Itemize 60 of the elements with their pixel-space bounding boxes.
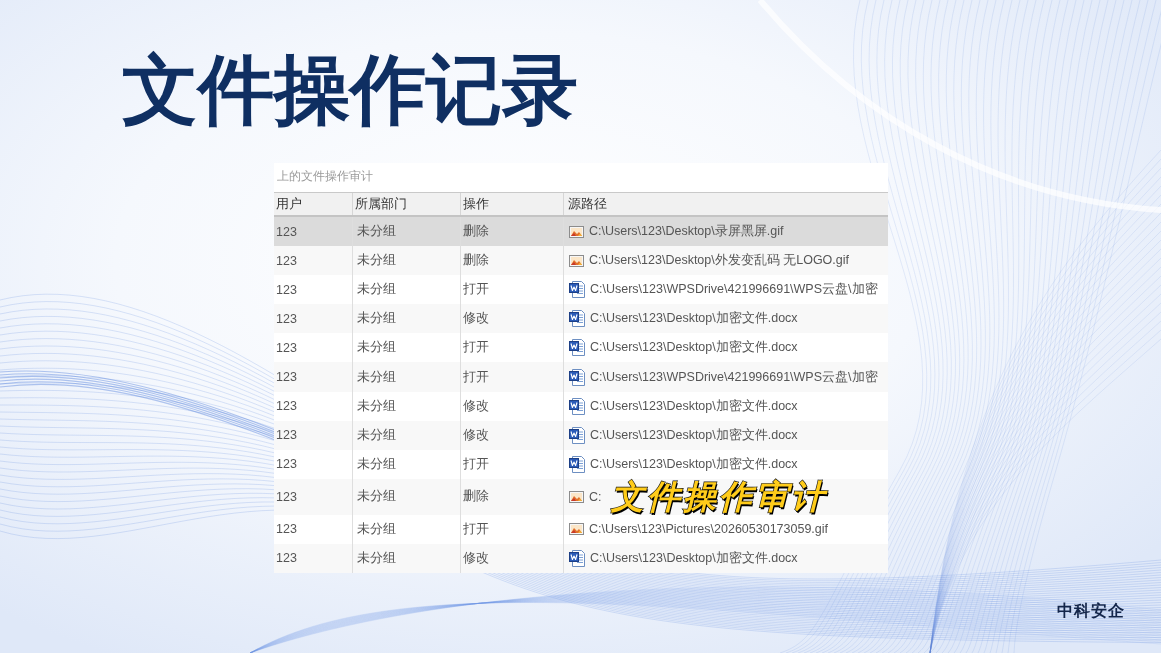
table-cell: 123 <box>274 514 353 544</box>
document-icon <box>569 281 585 299</box>
brand-text: 中科安企 <box>1057 601 1125 623</box>
file-path-text: C:\Users\123\Desktop\加密文件.docx <box>590 426 798 444</box>
table-row[interactable]: 123 未分组 删除 C:\Users\123\Desktop\外发变乱码 无LOGO.gif <box>274 246 888 276</box>
table-cell: 未分组 <box>353 420 461 450</box>
table-row[interactable]: 123 未分组 删除 C: 文件操作审计 <box>274 478 888 515</box>
table-cell: 删除 <box>461 478 564 515</box>
table-cell: 123 <box>274 420 353 450</box>
file-path-text: C:\Users\123\Desktop\加密文件.docx <box>590 397 798 415</box>
file-path-text: C:\Users\123\WPSDrive\421996691\WPS云盘\加密 <box>590 281 878 299</box>
table-cell: 修改 <box>461 391 564 421</box>
document-icon <box>569 455 585 473</box>
table-cell: 123 <box>274 391 353 421</box>
table-cell: 打开 <box>461 514 564 544</box>
table-row[interactable]: 123 未分组 删除 C:\Users\123\Desktop\录屏黑屏.gif <box>274 217 888 247</box>
table-cell: 123 <box>274 362 353 392</box>
table-cell: 修改 <box>461 420 564 450</box>
file-path-text: C: <box>589 489 602 504</box>
table-cell: 123 <box>274 543 353 574</box>
table-cell: 打开 <box>461 449 564 479</box>
file-path-text: C:\Users\123\Desktop\录屏黑屏.gif <box>589 223 784 241</box>
file-path-text: C:\Users\123\Desktop\加密文件.docx <box>590 550 798 567</box>
file-path-text: C:\Users\123\Desktop\加密文件.docx <box>590 455 798 473</box>
table-cell: 未分组 <box>353 543 461 574</box>
table-cell: 未分组 <box>353 362 461 392</box>
document-icon <box>569 368 585 386</box>
column-header[interactable]: 操作 <box>461 193 564 215</box>
table-cell: 123 <box>274 478 353 515</box>
file-path-text: C:\Users\123\WPSDrive\421996691\WPS云盘\加密 <box>590 368 878 386</box>
table-cell: 未分组 <box>353 514 461 544</box>
column-header[interactable]: 源路径 <box>564 193 888 215</box>
column-header[interactable]: 所属部门 <box>353 193 461 215</box>
file-path-text: C:\Users\123\Pictures\20260530173059.gif <box>589 522 829 537</box>
image-file-icon <box>569 225 584 238</box>
document-icon <box>569 426 585 444</box>
table-cell: 123 <box>274 449 353 479</box>
document-icon <box>569 339 585 357</box>
image-file-icon <box>569 254 584 267</box>
table-cell: 未分组 <box>353 449 461 479</box>
table-row[interactable]: 123 未分组 修改 C:\Users\123\Desktop\加密文件.docx <box>274 304 888 334</box>
caption-text: 文件操作审计 <box>609 478 829 515</box>
slide-title: 文件操作记录 <box>122 48 578 132</box>
document-icon <box>569 397 585 415</box>
file-path-text: C:\Users\123\Desktop\外发变乱码 无LOGO.gif <box>589 252 849 270</box>
table-row[interactable]: 123 未分组 修改 C:\Users\123\Desktop\加密文件.docx <box>274 420 888 450</box>
table-cell: 修改 <box>461 543 564 574</box>
window-title: 上的文件操作审计 <box>277 169 373 183</box>
table-row[interactable]: 123 未分组 修改 C:\Users\123\Desktop\加密文件.docx <box>274 543 888 574</box>
table-cell: 未分组 <box>353 478 461 515</box>
file-path-text: C:\Users\123\Desktop\加密文件.docx <box>590 339 798 357</box>
column-header[interactable]: 用户 <box>274 193 353 215</box>
image-file-icon <box>569 490 584 503</box>
table-cell: 打开 <box>461 362 564 392</box>
image-file-icon <box>569 523 584 536</box>
table-row[interactable]: 123 未分组 打开 C:\Users\123\WPSDrive\421996691\WPS云盘\加密 <box>274 362 888 392</box>
table-cell: 未分组 <box>353 391 461 421</box>
document-icon <box>569 550 585 567</box>
file-path-text: C:\Users\123\Desktop\加密文件.docx <box>590 310 798 328</box>
document-icon <box>569 310 585 328</box>
